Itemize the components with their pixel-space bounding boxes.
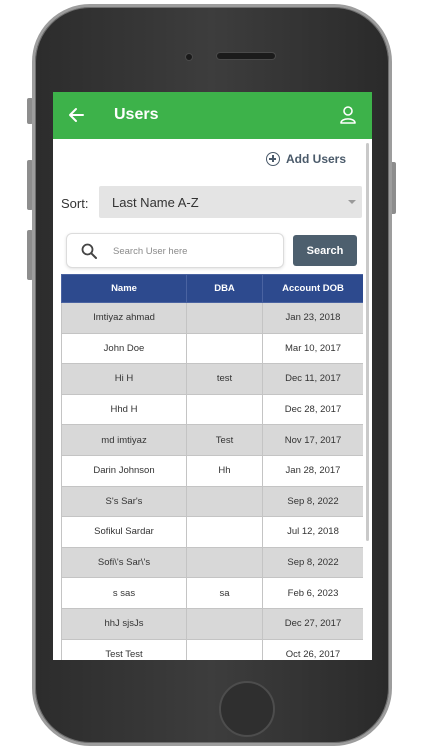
cell-dob: Mar 10, 2017 bbox=[262, 332, 363, 365]
cell-dba: Hh bbox=[186, 454, 263, 487]
chevron-down-icon bbox=[348, 200, 356, 204]
sort-selected-value: Last Name A-Z bbox=[112, 195, 199, 210]
users-table: Name DBA Account DOB Imtiyaz ahmad Jan 2… bbox=[61, 274, 363, 660]
cell-name: s sas bbox=[61, 577, 187, 609]
add-users-button[interactable]: Add Users bbox=[266, 150, 346, 168]
front-camera bbox=[186, 54, 192, 60]
table-row[interactable]: Darin Johnson Hh Jan 28, 2017 bbox=[61, 454, 363, 487]
cell-dba bbox=[186, 516, 263, 548]
cell-name: hhJ sjsJs bbox=[61, 607, 187, 640]
cell-name: Sofikul Sardar bbox=[61, 516, 187, 548]
sort-dropdown[interactable]: Last Name A-Z bbox=[99, 186, 362, 218]
search-button[interactable]: Search bbox=[293, 235, 357, 266]
cell-dob: Dec 28, 2017 bbox=[262, 393, 363, 426]
sort-label: Sort: bbox=[61, 196, 89, 211]
table-row[interactable]: Test Test Oct 26, 2017 bbox=[61, 638, 363, 660]
table-row[interactable]: s sas sa Feb 6, 2023 bbox=[61, 577, 363, 609]
table-row[interactable]: Sofi\'s Sar\'s Sep 8, 2022 bbox=[61, 546, 363, 579]
cell-name: John Doe bbox=[61, 332, 187, 365]
cell-name: Test Test bbox=[61, 638, 187, 660]
add-users-label: Add Users bbox=[286, 152, 347, 166]
cell-name: Imtiyaz ahmad bbox=[61, 302, 187, 334]
column-header-dba[interactable]: DBA bbox=[186, 274, 263, 303]
column-header-name[interactable]: Name bbox=[61, 274, 187, 303]
search-input[interactable] bbox=[113, 243, 273, 259]
column-header-account-dob[interactable]: Account DOB bbox=[262, 274, 363, 303]
cell-dba bbox=[186, 546, 263, 579]
user-icon[interactable] bbox=[339, 105, 357, 125]
cell-dba bbox=[186, 485, 263, 518]
table-row[interactable]: Imtiyaz ahmad Jan 23, 2018 bbox=[61, 302, 363, 334]
search-box bbox=[66, 233, 284, 268]
cell-name: Darin Johnson bbox=[61, 454, 187, 487]
app-bar: Users bbox=[53, 92, 372, 139]
arrow-left-icon[interactable] bbox=[67, 106, 85, 124]
cell-dob: Sep 8, 2022 bbox=[262, 546, 363, 579]
cell-dob: Sep 8, 2022 bbox=[262, 485, 363, 518]
cell-dob: Dec 27, 2017 bbox=[262, 607, 363, 640]
cell-dba bbox=[186, 302, 263, 334]
cell-dob: Jan 23, 2018 bbox=[262, 302, 363, 334]
cell-name: S's Sar's bbox=[61, 485, 187, 518]
cell-dba bbox=[186, 393, 263, 426]
app-screen: Users Add Users Sort: Last Name A-Z Sear… bbox=[53, 92, 372, 660]
search-icon bbox=[81, 243, 97, 259]
plus-circle-icon bbox=[266, 152, 280, 166]
cell-dob: Feb 6, 2023 bbox=[262, 577, 363, 609]
cell-dba bbox=[186, 607, 263, 640]
cell-dba bbox=[186, 638, 263, 660]
table-row[interactable]: Hi H test Dec 11, 2017 bbox=[61, 363, 363, 395]
cell-name: md imtiyaz bbox=[61, 424, 187, 456]
cell-dob: Oct 26, 2017 bbox=[262, 638, 363, 660]
page-title: Users bbox=[114, 106, 159, 123]
table-row[interactable]: Sofikul Sardar Jul 12, 2018 bbox=[61, 516, 363, 548]
earpiece-speaker bbox=[217, 53, 275, 59]
cell-name: Hhd H bbox=[61, 393, 187, 426]
home-button[interactable] bbox=[219, 681, 275, 737]
table-row[interactable]: Hhd H Dec 28, 2017 bbox=[61, 393, 363, 426]
cell-dba: Test bbox=[186, 424, 263, 456]
table-row[interactable]: John Doe Mar 10, 2017 bbox=[61, 332, 363, 365]
cell-dba: test bbox=[186, 363, 263, 395]
cell-dob: Dec 11, 2017 bbox=[262, 363, 363, 395]
cell-dob: Nov 17, 2017 bbox=[262, 424, 363, 456]
table-row[interactable]: md imtiyaz Test Nov 17, 2017 bbox=[61, 424, 363, 456]
cell-dba bbox=[186, 332, 263, 365]
cell-dba: sa bbox=[186, 577, 263, 609]
cell-name: Sofi\'s Sar\'s bbox=[61, 546, 187, 579]
stage: Users Add Users Sort: Last Name A-Z Sear… bbox=[0, 0, 422, 750]
table-header-row: Name DBA Account DOB bbox=[61, 274, 363, 303]
cell-dob: Jul 12, 2018 bbox=[262, 516, 363, 548]
cell-dob: Jan 28, 2017 bbox=[262, 454, 363, 487]
table-row[interactable]: hhJ sjsJs Dec 27, 2017 bbox=[61, 607, 363, 640]
cell-name: Hi H bbox=[61, 363, 187, 395]
scrollbar[interactable] bbox=[366, 143, 369, 541]
table-row[interactable]: S's Sar's Sep 8, 2022 bbox=[61, 485, 363, 518]
users-table-container: Name DBA Account DOB Imtiyaz ahmad Jan 2… bbox=[61, 274, 363, 660]
